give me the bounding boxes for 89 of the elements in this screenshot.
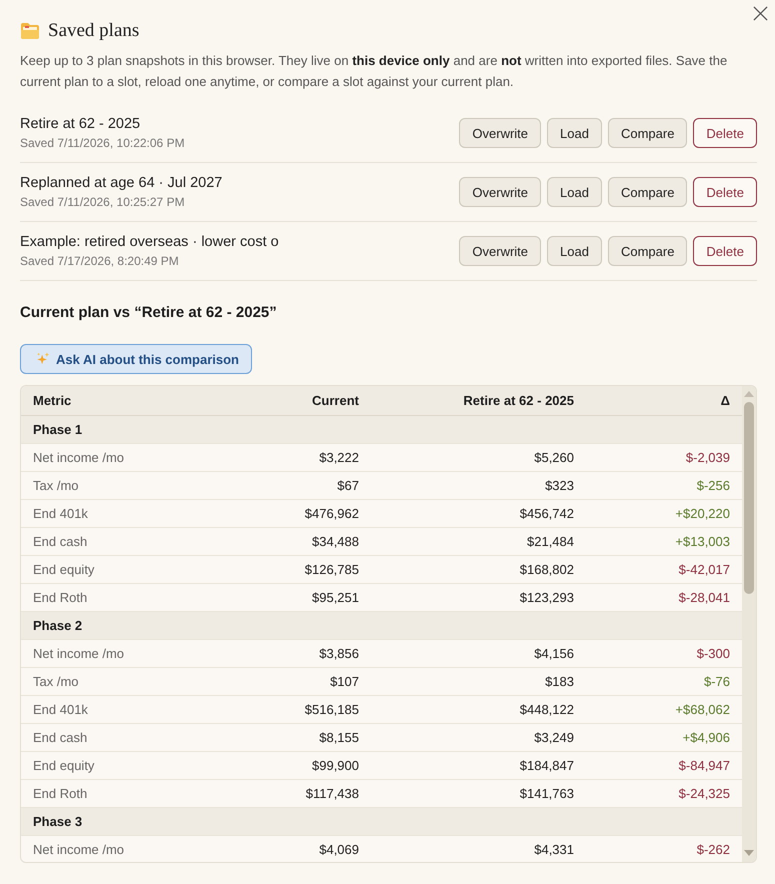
action-button[interactable]: Overwrite	[459, 177, 542, 207]
action-button[interactable]: Compare	[608, 177, 688, 207]
action-button[interactable]: Load	[547, 118, 602, 148]
scroll-down-icon[interactable]	[744, 850, 754, 856]
delta-cell-text: $-84,947	[678, 757, 731, 775]
action-button[interactable]: Overwrite	[459, 236, 542, 266]
phase-heading: Phase 3	[21, 808, 742, 835]
table-cell-text: $183	[544, 673, 575, 691]
table-cell-text: $67	[336, 477, 360, 495]
action-button[interactable]: Overwrite	[459, 118, 542, 148]
scrollbar-track[interactable]	[742, 386, 756, 862]
description-text: Keep up to 3 plan snapshots in this browser. They live on this device only and are not written into exported files. Save the current plan to a slot, reload one anytime, or compare a slot against your current plan.	[20, 52, 728, 91]
table-cell-text: End equity	[32, 757, 96, 775]
delta-cell-text: $-256	[696, 477, 731, 495]
delta-cell-text: $-262	[696, 841, 731, 859]
table-cell-text: Tax /mo	[32, 673, 80, 691]
table-cell-text: $448,122	[518, 701, 575, 719]
table-cell-text: Tax /mo	[32, 477, 80, 495]
scroll-up-icon[interactable]	[744, 391, 754, 397]
table-cell-text: $99,900	[311, 757, 360, 775]
table-cell-text: $3,249	[533, 729, 575, 747]
action-button[interactable]: Compare	[608, 118, 688, 148]
plan-name: Retire at 62 - 2025	[20, 115, 140, 134]
column-header: Current	[311, 392, 360, 410]
delta-cell-text: $-24,325	[678, 785, 731, 803]
delta-cell-text: $-2,039	[684, 449, 731, 467]
plan-name: Example: retired overseas · lower cost o	[20, 233, 279, 252]
table-cell-text: $21,484	[526, 533, 575, 551]
delta-cell-text: +$20,220	[674, 505, 731, 523]
table-cell-text: $516,185	[304, 701, 360, 719]
plan-name: Replanned at age 64 · Jul 2027	[20, 174, 222, 193]
saved-timestamp: Saved 7/11/2026, 10:22:06 PM	[20, 136, 185, 151]
table-cell-text: $5,260	[533, 449, 575, 467]
phase-heading: Phase 1	[21, 416, 742, 443]
table-cell-text: $8,155	[318, 729, 360, 747]
column-header: Δ	[720, 392, 731, 410]
dialog-title: Saved plans	[48, 20, 140, 42]
table-cell-text: $184,847	[518, 757, 575, 775]
table-cell-text: $123,293	[518, 589, 575, 607]
table-cell-text: $4,069	[318, 841, 360, 859]
table-cell-text: $95,251	[311, 589, 360, 607]
delta-cell-text: +$4,906	[682, 729, 731, 747]
table-cell-text: $126,785	[304, 561, 360, 579]
table-cell-text: Net income /mo	[32, 841, 126, 859]
delete-button[interactable]: Delete	[693, 118, 757, 148]
action-button[interactable]: Compare	[608, 236, 688, 266]
table-cell-text: $168,802	[518, 561, 575, 579]
table-cell-text: Net income /mo	[32, 449, 126, 467]
table-cell-text: End equity	[32, 561, 96, 579]
comparison-heading: Current plan vs “Retire at 62 - 2025”	[20, 303, 278, 323]
delete-button[interactable]: Delete	[693, 236, 757, 266]
table-cell-text: $323	[544, 477, 575, 495]
table-cell-text: End 401k	[32, 505, 89, 523]
phase-heading: Phase 2	[21, 612, 742, 639]
table-cell-text: $476,962	[304, 505, 360, 523]
delta-cell-text: $-42,017	[678, 561, 731, 579]
column-header: Retire at 62 - 2025	[462, 392, 575, 410]
table-cell-text: Net income /mo	[32, 645, 126, 663]
table-cell-text: $34,488	[311, 533, 360, 551]
close-icon	[753, 6, 768, 21]
table-cell-text: $4,331	[533, 841, 575, 859]
table-cell-text: End cash	[32, 533, 88, 551]
delta-cell-text: $-28,041	[678, 589, 731, 607]
table-cell-text: End Roth	[32, 589, 88, 607]
action-button[interactable]: Load	[547, 177, 602, 207]
delta-cell-text: $-76	[702, 673, 731, 691]
delta-cell-text: +$68,062	[674, 701, 731, 719]
table-cell-text: $456,742	[518, 505, 575, 523]
table-cell-text: $3,222	[318, 449, 360, 467]
saved-timestamp: Saved 7/11/2026, 10:25:27 PM	[20, 195, 185, 210]
table-cell-text: $107	[329, 673, 360, 691]
table-cell-text: $3,856	[318, 645, 360, 663]
table-cell-text: End cash	[32, 729, 88, 747]
scrollbar-thumb[interactable]	[744, 402, 754, 594]
ask-ai-button[interactable]: Ask AI about this comparison	[20, 344, 252, 374]
saved-timestamp: Saved 7/17/2026, 8:20:49 PM	[20, 254, 179, 269]
table-cell-text: End 401k	[32, 701, 89, 719]
delta-cell-text: +$13,003	[674, 533, 731, 551]
action-button[interactable]: Load	[547, 236, 602, 266]
close-button[interactable]	[753, 6, 768, 21]
table-cell-text: $117,438	[304, 785, 360, 803]
table-cell-text: End Roth	[32, 785, 88, 803]
table-cell-text: $141,763	[518, 785, 575, 803]
table-cell-text: $4,156	[533, 645, 575, 663]
sparkle-icon	[36, 352, 50, 366]
delete-button[interactable]: Delete	[693, 177, 757, 207]
column-header: Metric	[32, 392, 72, 410]
folder-icon	[20, 22, 40, 40]
delta-cell-text: $-300	[696, 645, 731, 663]
